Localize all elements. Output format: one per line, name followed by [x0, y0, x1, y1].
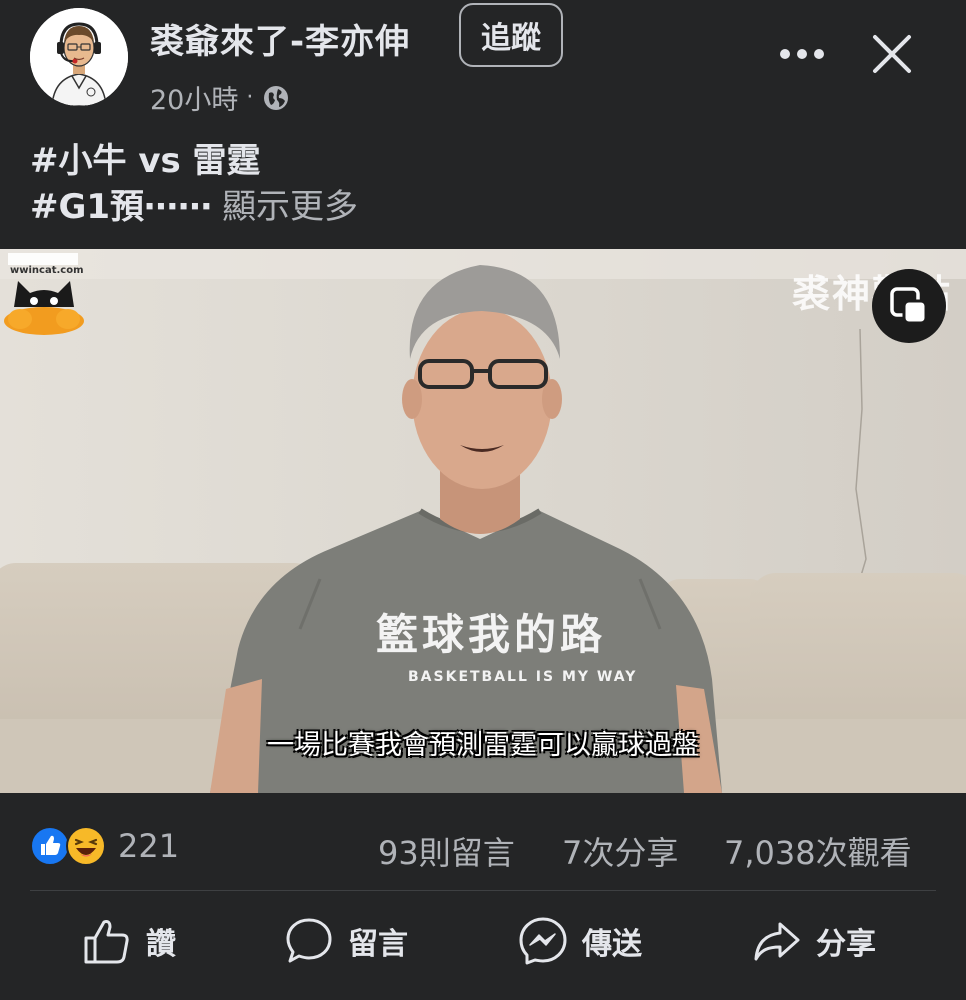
caption-hashtag-line: #小牛 vs 雷霆	[30, 138, 358, 184]
picture-in-picture-icon[interactable]	[872, 269, 946, 343]
post-meta: 20小時 ·	[150, 78, 291, 117]
reaction-summary[interactable]: 221	[30, 826, 179, 866]
post-viewer: 裘爺來了-李亦伸 追蹤 20小時 · #小牛 vs 雷霆 #G1預⋯⋯ 顯示更多…	[0, 0, 966, 1000]
haha-icon	[66, 826, 106, 866]
thumbs-up-icon	[82, 916, 132, 966]
caption-truncated-line: #G1預⋯⋯ 顯示更多	[30, 184, 358, 230]
video-player[interactable]: wwincat.com 裘神觀點 籃球我的路 BASKETBALL IS MY …	[0, 249, 966, 793]
like-label: 讚	[146, 927, 176, 962]
shirt-text: 籃球我的路	[376, 610, 607, 659]
close-icon[interactable]	[868, 30, 916, 78]
like-icon	[30, 826, 70, 866]
view-count: 7,038次觀看	[724, 834, 912, 872]
share-label: 分享	[816, 927, 876, 962]
post-time[interactable]: 20小時	[150, 78, 238, 117]
more-icon[interactable]	[780, 38, 824, 70]
avatar[interactable]	[30, 8, 128, 106]
post-stats: 221 93則留言 7次分享 7,038次觀看	[0, 820, 966, 874]
share-count[interactable]: 7次分享	[562, 828, 678, 874]
like-button[interactable]: 讚	[82, 913, 176, 969]
comment-count[interactable]: 93則留言	[378, 828, 515, 874]
action-bar: 讚 留言 傳送 分享	[0, 905, 966, 977]
post-caption: #小牛 vs 雷霆 #G1預⋯⋯ 顯示更多	[30, 138, 358, 230]
comment-label: 留言	[348, 927, 408, 962]
send-button[interactable]: 傳送	[518, 913, 642, 969]
shirt-subtext: BASKETBALL IS MY WAY	[408, 669, 638, 685]
video-subtitle: 一場比賽我會預測雷霆可以贏球過盤	[267, 730, 699, 761]
meta-separator: ·	[246, 85, 254, 110]
caption-hashtag-g1[interactable]: #G1預⋯⋯	[30, 187, 212, 227]
globe-icon	[261, 83, 291, 113]
comment-icon	[284, 916, 334, 966]
share-button[interactable]: 分享	[752, 913, 876, 969]
send-label: 傳送	[582, 927, 642, 962]
reaction-count: 221	[118, 827, 180, 865]
follow-button[interactable]: 追蹤	[459, 3, 563, 67]
post-header: 裘爺來了-李亦伸 追蹤 20小時 ·	[0, 0, 966, 120]
watermark-url: wwincat.com	[10, 265, 84, 276]
caption-hashtags[interactable]: #小牛 vs 雷霆	[30, 141, 261, 181]
see-more-link[interactable]: 顯示更多	[222, 187, 358, 227]
comment-button[interactable]: 留言	[284, 913, 408, 969]
watermark-logo: wwincat.com	[4, 251, 86, 337]
author-name[interactable]: 裘爺來了-李亦伸	[150, 14, 410, 63]
stats-divider	[30, 890, 936, 891]
share-arrow-icon	[752, 916, 802, 966]
messenger-icon	[518, 916, 568, 966]
